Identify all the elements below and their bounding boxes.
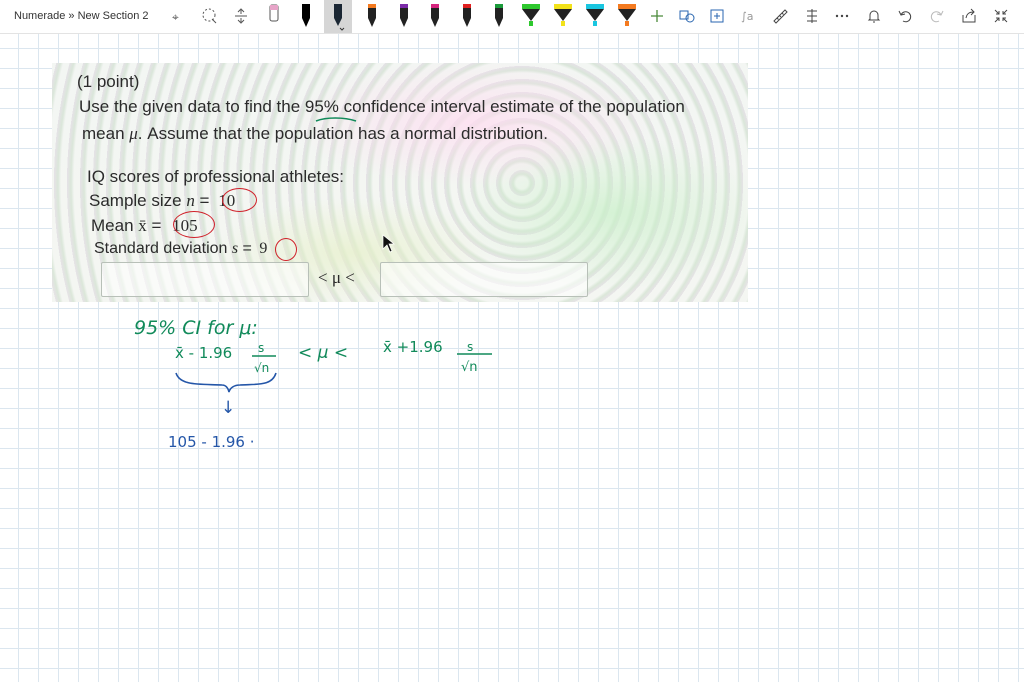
hw-inequality: < μ < [298, 343, 348, 363]
hw-calculation: 105 - 1.96 · [168, 433, 255, 451]
hw-arrow: ↓ [221, 398, 235, 418]
hw-left-frac-den: √n [254, 361, 269, 375]
hw-left-term: x̄ - 1.96 [175, 344, 232, 362]
hw-right-frac-num: s [467, 340, 473, 354]
hw-left-frac-num: s [258, 341, 264, 355]
hw-brace [175, 372, 277, 393]
hw-ci-title: 95% CI for μ: [134, 317, 258, 339]
handwritten-notes: 95% CI for μ: x̄ - 1.96 s √n < μ < x̄ +1… [134, 317, 492, 451]
hw-right-frac-den: √n [461, 360, 478, 375]
hw-right-term: x̄ +1.96 [383, 338, 443, 356]
